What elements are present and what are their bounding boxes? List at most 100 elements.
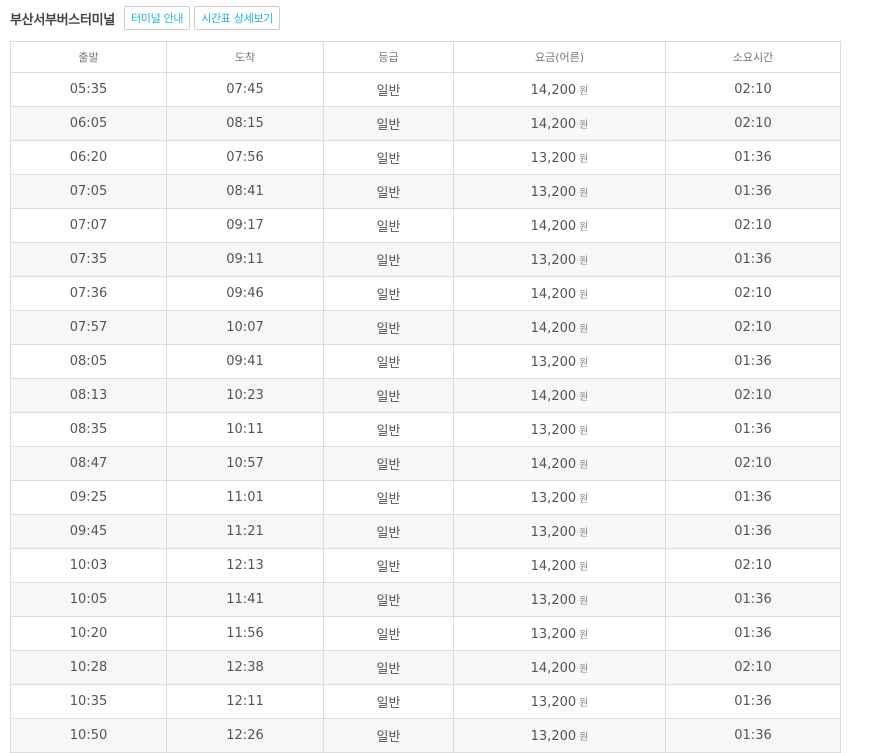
arrive-time-cell: 12:11: [166, 684, 324, 719]
fare-value: 13,200: [530, 524, 577, 540]
fare-cell: 13,200 원: [453, 684, 666, 719]
arrive-time-cell: 09:11: [166, 242, 324, 277]
fare-value: 14,200: [530, 218, 577, 234]
table-row: 08:13 10:23 일반 14,200 원 02:10: [10, 378, 841, 413]
currency-unit: 원: [579, 289, 589, 301]
fare-value: 13,200: [530, 422, 577, 438]
depart-time-cell: 05:35: [10, 72, 167, 107]
fare-value: 14,200: [530, 82, 577, 98]
duration-cell: 01:36: [665, 174, 841, 209]
duration-cell: 01:36: [665, 718, 841, 753]
grade-cell: 일반: [323, 310, 454, 345]
currency-unit: 원: [579, 391, 589, 403]
depart-time-cell: 10:50: [10, 718, 167, 753]
depart-time-cell: 10:03: [10, 548, 167, 583]
table-row: 10:05 11:41 일반 13,200 원 01:36: [10, 582, 841, 617]
grade-cell: 일반: [323, 378, 454, 413]
duration-cell: 01:36: [665, 344, 841, 379]
fare-cell: 14,200 원: [453, 106, 666, 141]
table-row: 10:28 12:38 일반 14,200 원 02:10: [10, 650, 841, 685]
duration-cell: 01:36: [665, 514, 841, 549]
currency-unit: 원: [579, 221, 589, 233]
fare-cell: 13,200 원: [453, 480, 666, 515]
grade-cell: 일반: [323, 344, 454, 379]
grade-cell: 일반: [323, 208, 454, 243]
arrive-time-cell: 07:45: [166, 72, 324, 107]
fare-value: 13,200: [530, 626, 577, 642]
duration-cell: 02:10: [665, 72, 841, 107]
table-row: 06:05 08:15 일반 14,200 원 02:10: [10, 106, 841, 141]
timetable-detail-button[interactable]: 시간표 상세보기: [194, 6, 281, 30]
duration-cell: 02:10: [665, 650, 841, 685]
grade-cell: 일반: [323, 140, 454, 175]
duration-cell: 02:10: [665, 446, 841, 481]
fare-value: 14,200: [530, 286, 577, 302]
currency-unit: 원: [579, 731, 589, 743]
arrive-time-cell: 11:01: [166, 480, 324, 515]
arrive-time-cell: 10:23: [166, 378, 324, 413]
column-header-grade: 등급: [323, 41, 454, 73]
arrive-time-cell: 09:41: [166, 344, 324, 379]
timetable-body: 05:35 07:45 일반 14,200 원 02:10 06:05 08:15 일반 14,2…: [10, 72, 841, 753]
terminal-name: 부산서부버스터미널: [10, 12, 115, 28]
currency-unit: 원: [579, 119, 589, 131]
depart-time-cell: 06:05: [10, 106, 167, 141]
depart-time-cell: 10:28: [10, 650, 167, 685]
fare-cell: 14,200 원: [453, 650, 666, 685]
table-row: 10:03 12:13 일반 14,200 원 02:10: [10, 548, 841, 583]
fare-cell: 13,200 원: [453, 412, 666, 447]
depart-time-cell: 10:35: [10, 684, 167, 719]
table-row: 07:57 10:07 일반 14,200 원 02:10: [10, 310, 841, 345]
currency-unit: 원: [579, 357, 589, 369]
fare-cell: 14,200 원: [453, 310, 666, 345]
currency-unit: 원: [579, 459, 589, 471]
fare-value: 14,200: [530, 660, 577, 676]
fare-cell: 13,200 원: [453, 514, 666, 549]
table-row: 10:20 11:56 일반 13,200 원 01:36: [10, 616, 841, 651]
column-header-fare: 요금(어른): [453, 41, 666, 73]
depart-time-cell: 09:25: [10, 480, 167, 515]
duration-cell: 02:10: [665, 548, 841, 583]
currency-unit: 원: [579, 187, 589, 199]
table-row: 08:35 10:11 일반 13,200 원 01:36: [10, 412, 841, 447]
fare-cell: 13,200 원: [453, 616, 666, 651]
duration-cell: 01:36: [665, 582, 841, 617]
table-row: 09:45 11:21 일반 13,200 원 01:36: [10, 514, 841, 549]
arrive-time-cell: 12:26: [166, 718, 324, 753]
fare-value: 13,200: [530, 184, 577, 200]
depart-time-cell: 08:13: [10, 378, 167, 413]
arrive-time-cell: 10:07: [166, 310, 324, 345]
duration-cell: 02:10: [665, 208, 841, 243]
table-header-row: 출발 도착 등급 요금(어른) 소요시간: [10, 41, 841, 73]
arrive-time-cell: 11:41: [166, 582, 324, 617]
duration-cell: 01:36: [665, 242, 841, 277]
timetable: 출발 도착 등급 요금(어른) 소요시간 05:35 07:45 일반 14,200 원…: [10, 41, 841, 753]
arrive-time-cell: 10:11: [166, 412, 324, 447]
grade-cell: 일반: [323, 514, 454, 549]
terminal-info-button[interactable]: 터미널 안내: [123, 6, 191, 30]
duration-cell: 02:10: [665, 106, 841, 141]
table-row: 07:07 09:17 일반 14,200 원 02:10: [10, 208, 841, 243]
arrive-time-cell: 08:15: [166, 106, 324, 141]
arrive-time-cell: 11:56: [166, 616, 324, 651]
fare-value: 14,200: [530, 558, 577, 574]
currency-unit: 원: [579, 153, 589, 165]
fare-value: 14,200: [530, 320, 577, 336]
depart-time-cell: 08:05: [10, 344, 167, 379]
grade-cell: 일반: [323, 684, 454, 719]
depart-time-cell: 07:05: [10, 174, 167, 209]
grade-cell: 일반: [323, 106, 454, 141]
depart-time-cell: 07:35: [10, 242, 167, 277]
grade-cell: 일반: [323, 616, 454, 651]
column-header-depart: 출발: [10, 41, 167, 73]
arrive-time-cell: 11:21: [166, 514, 324, 549]
currency-unit: 원: [579, 663, 589, 675]
fare-value: 13,200: [530, 354, 577, 370]
grade-cell: 일반: [323, 174, 454, 209]
duration-cell: 01:36: [665, 684, 841, 719]
arrive-time-cell: 10:57: [166, 446, 324, 481]
fare-value: 13,200: [530, 592, 577, 608]
table-row: 07:35 09:11 일반 13,200 원 01:36: [10, 242, 841, 277]
depart-time-cell: 08:47: [10, 446, 167, 481]
depart-time-cell: 07:07: [10, 208, 167, 243]
